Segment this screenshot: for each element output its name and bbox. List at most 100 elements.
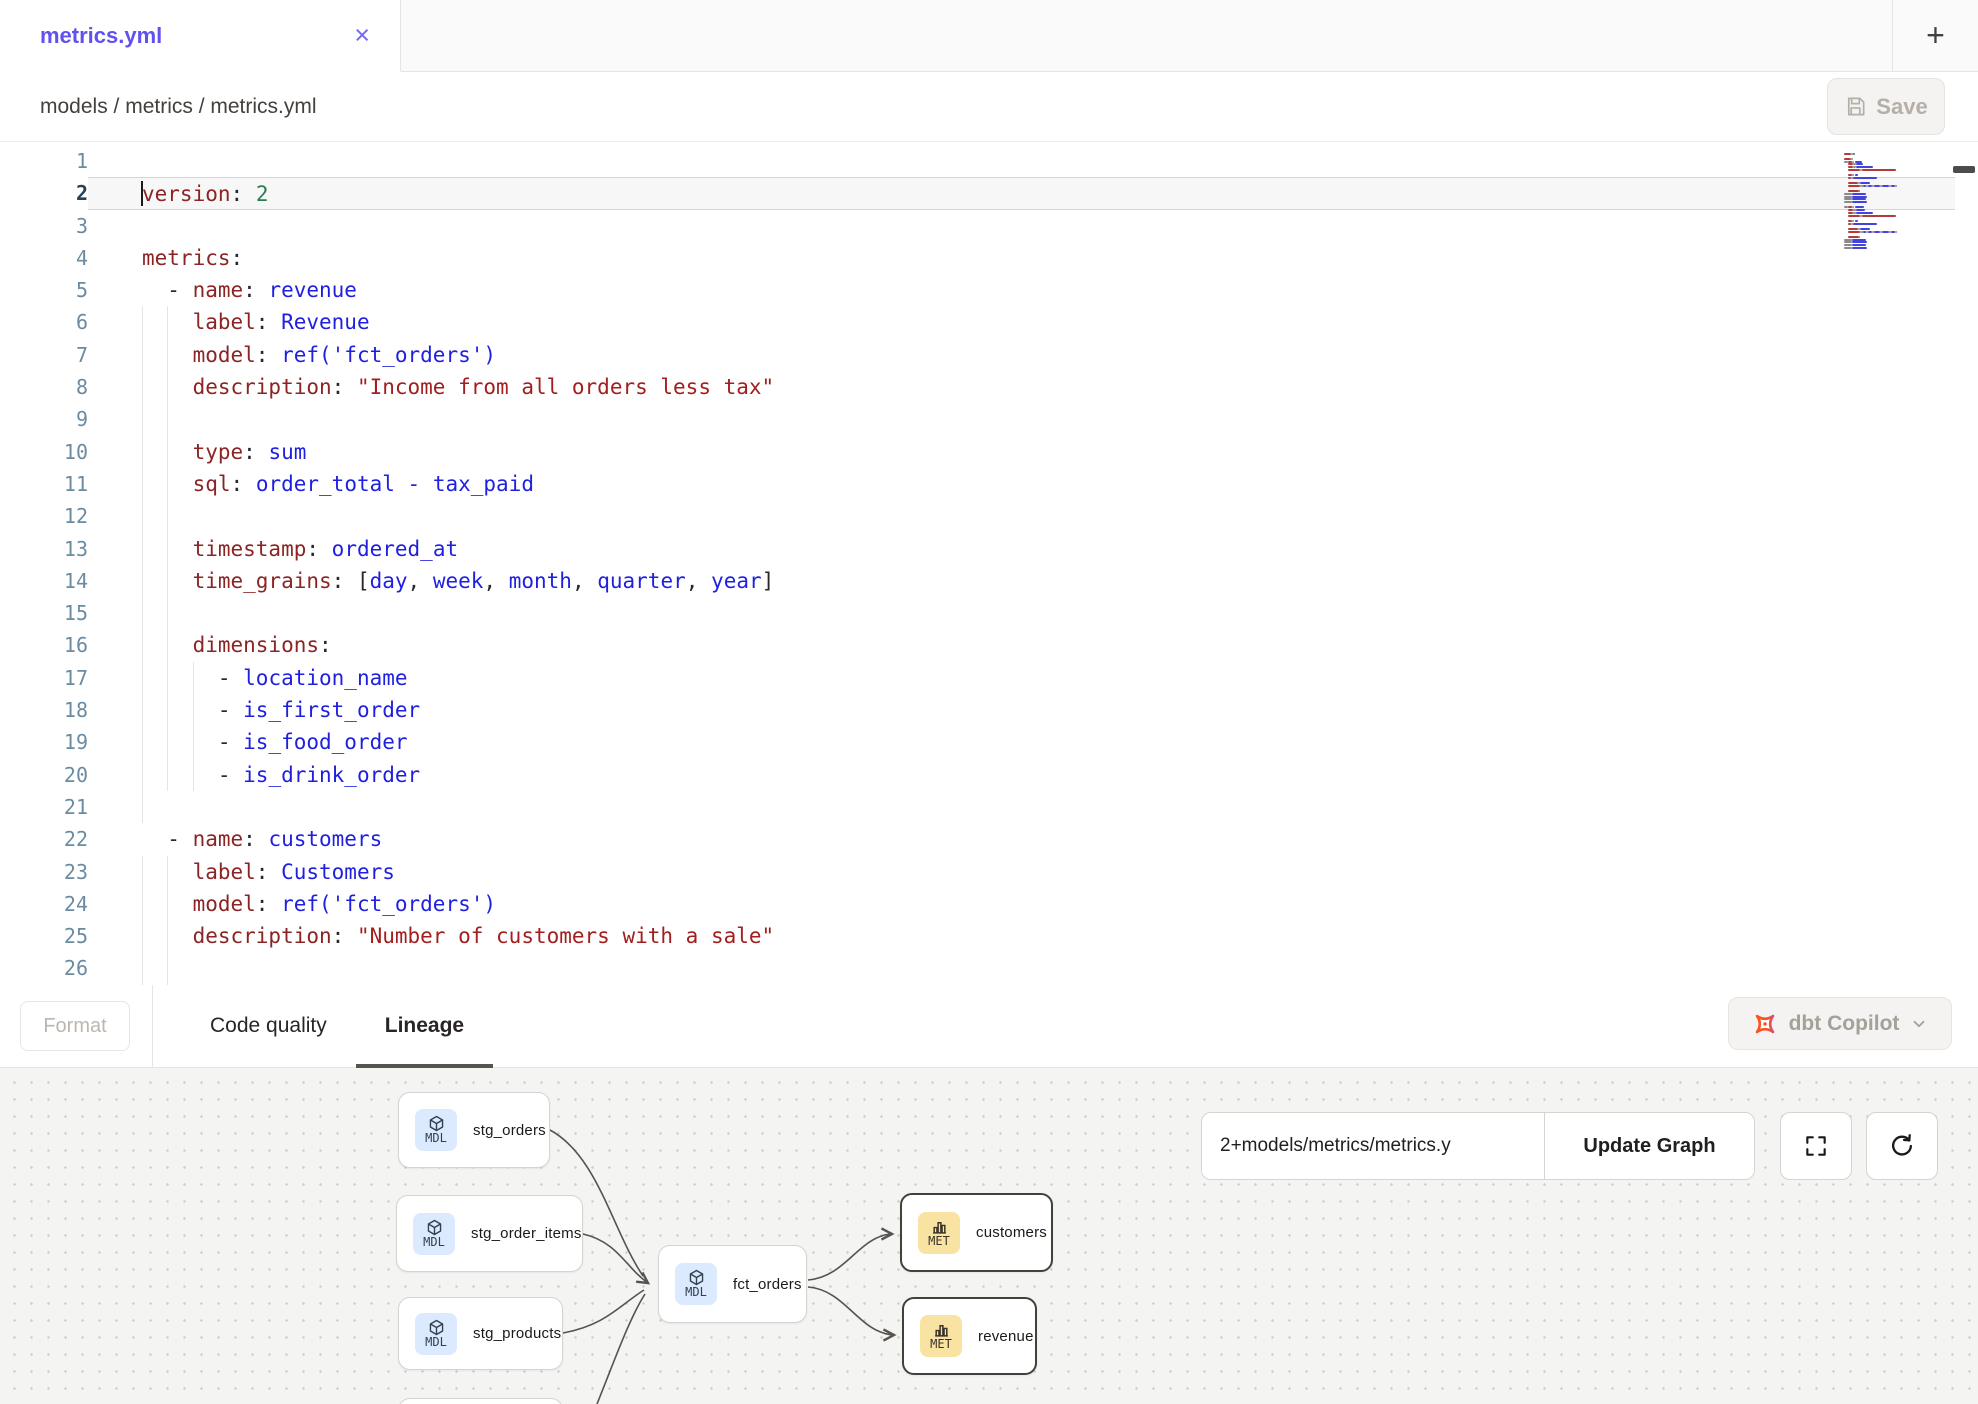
code-line-8[interactable]: 8 description: "Income from all orders l… [0, 371, 1978, 403]
badge-label: MDL [425, 1132, 447, 1145]
badge-label: MDL [423, 1236, 445, 1249]
dbt-copilot-button[interactable]: dbt Copilot [1728, 997, 1952, 1050]
code-line-12[interactable]: 12 [0, 500, 1978, 532]
model-badge: MDL [415, 1313, 457, 1355]
code-line-14[interactable]: 14 time_grains: [day, week, month, quart… [0, 565, 1978, 597]
edge-bottom-node-fct [597, 1294, 645, 1404]
update-graph-button[interactable]: Update Graph [1544, 1113, 1754, 1179]
badge-label: MET [928, 1235, 950, 1248]
code-line-15[interactable]: 15 [0, 597, 1978, 629]
lineage-node-stg_products[interactable]: MDLstg_products [398, 1297, 563, 1370]
tab-bar: metrics.yml × + [0, 0, 1978, 72]
lineage-node-partial_node[interactable] [398, 1398, 563, 1404]
graph-controls: Update Graph [1201, 1112, 1755, 1180]
model-badge: MDL [413, 1213, 455, 1255]
code-text: description: "Number of customers with a… [88, 920, 1955, 952]
lineage-node-revenue[interactable]: METrevenue [902, 1297, 1037, 1375]
code-line-13[interactable]: 13 timestamp: ordered_at [0, 533, 1978, 565]
code-line-10[interactable]: 10 type: sum [0, 436, 1978, 468]
lineage-node-fct_orders[interactable]: MDL fct_orders [658, 1245, 807, 1323]
code-line-26[interactable]: 26 [0, 952, 1978, 984]
code-line-6[interactable]: 6 label: Revenue [0, 306, 1978, 338]
badge-label: MET [930, 1338, 952, 1351]
breadcrumb: models / metrics / metrics.yml [40, 95, 317, 119]
close-tab-icon[interactable]: × [354, 22, 370, 49]
save-button[interactable]: Save [1827, 78, 1945, 135]
code-line-21[interactable]: 21 [0, 791, 1978, 823]
code-line-5[interactable]: 5 - name: revenue [0, 274, 1978, 306]
code-line-25[interactable]: 25 description: "Number of customers wit… [0, 920, 1978, 952]
code-quality-label: Code quality [210, 1014, 327, 1038]
line-number: 16 [0, 629, 88, 661]
tab-metrics-yml[interactable]: metrics.yml × [0, 0, 401, 72]
code-text: sql: order_total - tax_paid [88, 468, 1955, 500]
line-number: 14 [0, 565, 88, 597]
edge-stg-order-items-fct [583, 1234, 648, 1283]
code-line-9[interactable]: 9 [0, 403, 1978, 435]
toolbar-tabs: Code quality Lineage [181, 985, 493, 1068]
line-number: 18 [0, 694, 88, 726]
code-text: - is_drink_order [88, 759, 1955, 791]
code-text [88, 145, 1955, 177]
lineage-panel[interactable]: MDL stg_orders MDLstg_order_items MDLstg_pr… [0, 1068, 1978, 1404]
code-line-24[interactable]: 24 model: ref('fct_orders') [0, 888, 1978, 920]
tab-lineage[interactable]: Lineage [356, 985, 493, 1068]
code-line-7[interactable]: 7 model: ref('fct_orders') [0, 339, 1978, 371]
line-number: 6 [0, 306, 88, 338]
code-lines: 12version: 234metrics:5 - name: revenue6… [0, 142, 1978, 985]
line-number: 19 [0, 726, 88, 758]
line-number: 26 [0, 952, 88, 984]
code-line-2[interactable]: 2version: 2 [0, 177, 1978, 209]
line-number: 2 [0, 177, 88, 209]
line-number: 11 [0, 468, 88, 500]
code-line-19[interactable]: 19 - is_food_order [0, 726, 1978, 758]
badge-label: MDL [685, 1286, 707, 1299]
line-number: 25 [0, 920, 88, 952]
code-line-1[interactable]: 1 [0, 145, 1978, 177]
line-number: 5 [0, 274, 88, 306]
code-text [88, 210, 1955, 242]
editor-minimap[interactable] [1844, 150, 1910, 249]
line-number: 21 [0, 791, 88, 823]
tab-code-quality[interactable]: Code quality [181, 985, 356, 1068]
code-line-16[interactable]: 16 dimensions: [0, 629, 1978, 661]
code-editor[interactable]: 12version: 234metrics:5 - name: revenue6… [0, 142, 1978, 985]
copilot-label: dbt Copilot [1789, 1012, 1900, 1036]
new-tab-button[interactable]: + [1892, 0, 1978, 71]
code-line-18[interactable]: 18 - is_first_order [0, 694, 1978, 726]
node-label: stg_orders [473, 1122, 546, 1139]
edge-fct-revenue [808, 1287, 894, 1335]
code-line-3[interactable]: 3 [0, 210, 1978, 242]
fullscreen-button[interactable] [1780, 1112, 1852, 1180]
code-text: label: Customers [88, 856, 1955, 888]
badge-label: MDL [425, 1336, 447, 1349]
lineage-node-stg_orders[interactable]: MDL stg_orders [398, 1092, 550, 1168]
lineage-node-stg_order_items[interactable]: MDLstg_order_items [396, 1195, 583, 1272]
line-number: 10 [0, 436, 88, 468]
code-line-22[interactable]: 22 - name: customers [0, 823, 1978, 855]
line-number: 3 [0, 210, 88, 242]
line-number: 24 [0, 888, 88, 920]
node-label: customers [976, 1224, 1047, 1241]
lineage-selector-input[interactable] [1202, 1113, 1544, 1179]
code-text [88, 597, 1955, 629]
edge-fct-customers [808, 1234, 892, 1280]
code-line-17[interactable]: 17 - location_name [0, 662, 1978, 694]
lineage-selector-group: Update Graph [1201, 1112, 1755, 1180]
code-line-20[interactable]: 20 - is_drink_order [0, 759, 1978, 791]
line-number: 12 [0, 500, 88, 532]
overview-ruler-mark [1953, 166, 1975, 173]
refresh-icon [1888, 1132, 1916, 1160]
code-text: timestamp: ordered_at [88, 533, 1955, 565]
refresh-button[interactable] [1866, 1112, 1938, 1180]
tab-strip-empty [401, 0, 1892, 71]
format-button[interactable]: Format [20, 1001, 130, 1051]
update-graph-label: Update Graph [1583, 1135, 1715, 1158]
edge-stg-products-fct [563, 1290, 644, 1333]
line-number: 9 [0, 403, 88, 435]
node-label: fct_orders [733, 1276, 802, 1293]
lineage-node-customers[interactable]: MET customers [900, 1193, 1053, 1272]
code-line-4[interactable]: 4metrics: [0, 242, 1978, 274]
code-line-11[interactable]: 11 sql: order_total - tax_paid [0, 468, 1978, 500]
code-line-23[interactable]: 23 label: Customers [0, 856, 1978, 888]
